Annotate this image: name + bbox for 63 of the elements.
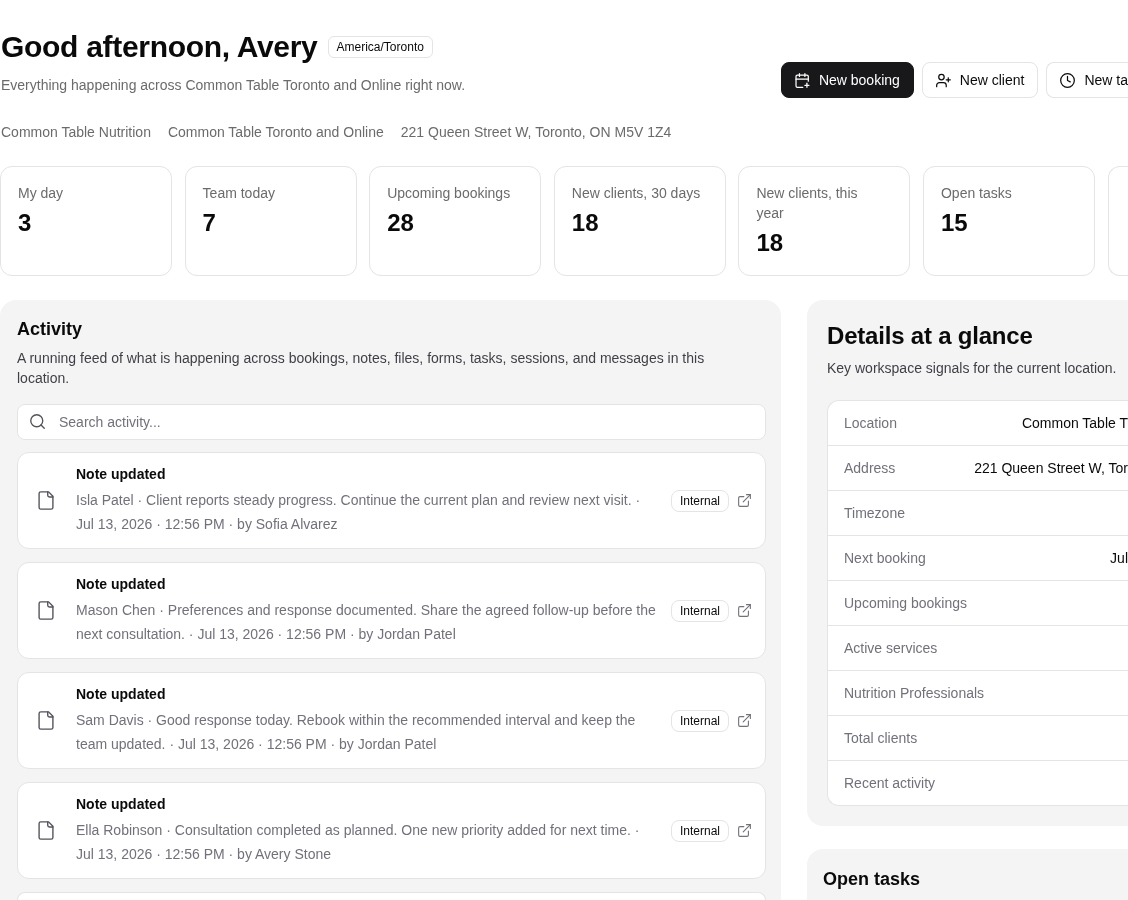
detail-label: Location [844,415,897,431]
section-title: Details at a glance [827,321,1034,351]
page-subtitle: Everything happening across Common Table Toronto and Online right now. [1,76,466,95]
detail-label: Active services [844,640,938,656]
file-icon [38,821,54,840]
detail-label: Nutrition Professionals [844,685,985,701]
detail-value: 221 Queen Street W, Tor [974,460,1128,476]
stat-value: 15 [940,208,969,238]
external-link-icon[interactable] [738,604,751,617]
detail-label: Total clients [844,730,918,746]
meta-item: 221 Queen Street W, Toronto, ON M5V 1Z4 [400,123,672,142]
item-title: Note updated [76,575,167,593]
action-button[interactable]: New client [921,62,1039,98]
timezone-badge: America/Toronto [327,36,433,58]
external-link-icon[interactable] [738,494,751,507]
user-plus-icon [935,72,951,88]
external-link-icon[interactable] [738,824,751,837]
visibility-badge: Internal [670,599,729,622]
detail-value: Common Table T [1021,415,1128,431]
search-field[interactable]: Search activity... [17,404,766,440]
file-icon [38,711,54,730]
item-detail: Ella Robinson · Consultation completed as planned. One new priority added for next time. · Jul 13, 2026 · 12:56 PM · by Avery Stone [76,821,641,864]
file-icon [38,491,54,510]
section-title: Activity [17,318,84,341]
detail-label: Timezone [844,505,905,521]
clock-icon [1060,72,1076,88]
detail-label: Upcoming bookings [844,595,967,611]
item-detail: Isla Patel · Client reports steady progress. Continue the current plan and review next visit. · Jul 13, 2026 · 12:56 PM · by Sofia Alvarez [76,491,642,534]
section-title: Open tasks [823,868,922,891]
stat-label: Open tasks [940,184,1013,203]
section-description: Key workspace signals for the current location. [827,359,1118,378]
page-title: Good afternoon, Avery [1,29,318,65]
detail-label: Next booking [844,550,926,566]
stat-value: 3 [18,208,33,238]
search-icon [30,414,45,429]
stat-value: 18 [571,208,600,238]
stat-label: Upcoming bookings [387,184,512,203]
calendar-plus-icon [794,72,810,88]
section-description: A running feed of what is happening across bookings, notes, files, forms, tasks, sessions, and messages in this location. [17,349,706,388]
visibility-badge: Internal [670,489,729,512]
detail-label: Recent activity [844,775,936,791]
item-detail: Mason Chen · Preferences and response documented. Share the agreed follow-up before the next consultation. · Jul 13, 2026 · 12:56 PM · by Jordan Patel [76,601,657,644]
item-title: Note updated [76,465,167,483]
item-title: Note updated [76,685,167,703]
stat-label: New clients, this year [756,184,859,223]
external-link-icon[interactable] [738,714,751,727]
visibility-badge: Internal [670,819,729,842]
meta-item: Common Table Toronto and Online [167,123,384,142]
detail-value: Jul [1110,550,1128,566]
stat-label: New clients, 30 days [571,184,702,203]
stat-value: 28 [387,208,415,238]
stat-label: My day [18,184,65,203]
item-detail: Sam Davis · Good response today. Rebook within the recommended interval and keep the team updated. · Jul 13, 2026 · 12:56 PM · by Jordan Patel [76,711,637,754]
stat-label: Team today [202,184,276,203]
detail-label: Address [844,460,896,476]
action-button[interactable]: New booking [780,62,914,98]
file-icon [38,601,54,620]
item-title: Note updated [76,795,167,813]
stat-value: 18 [756,228,785,258]
meta-item: Common Table Nutrition [1,123,151,142]
stat-value: 7 [202,208,217,238]
visibility-badge: Internal [670,709,729,732]
action-button[interactable]: New ta [1046,62,1128,98]
